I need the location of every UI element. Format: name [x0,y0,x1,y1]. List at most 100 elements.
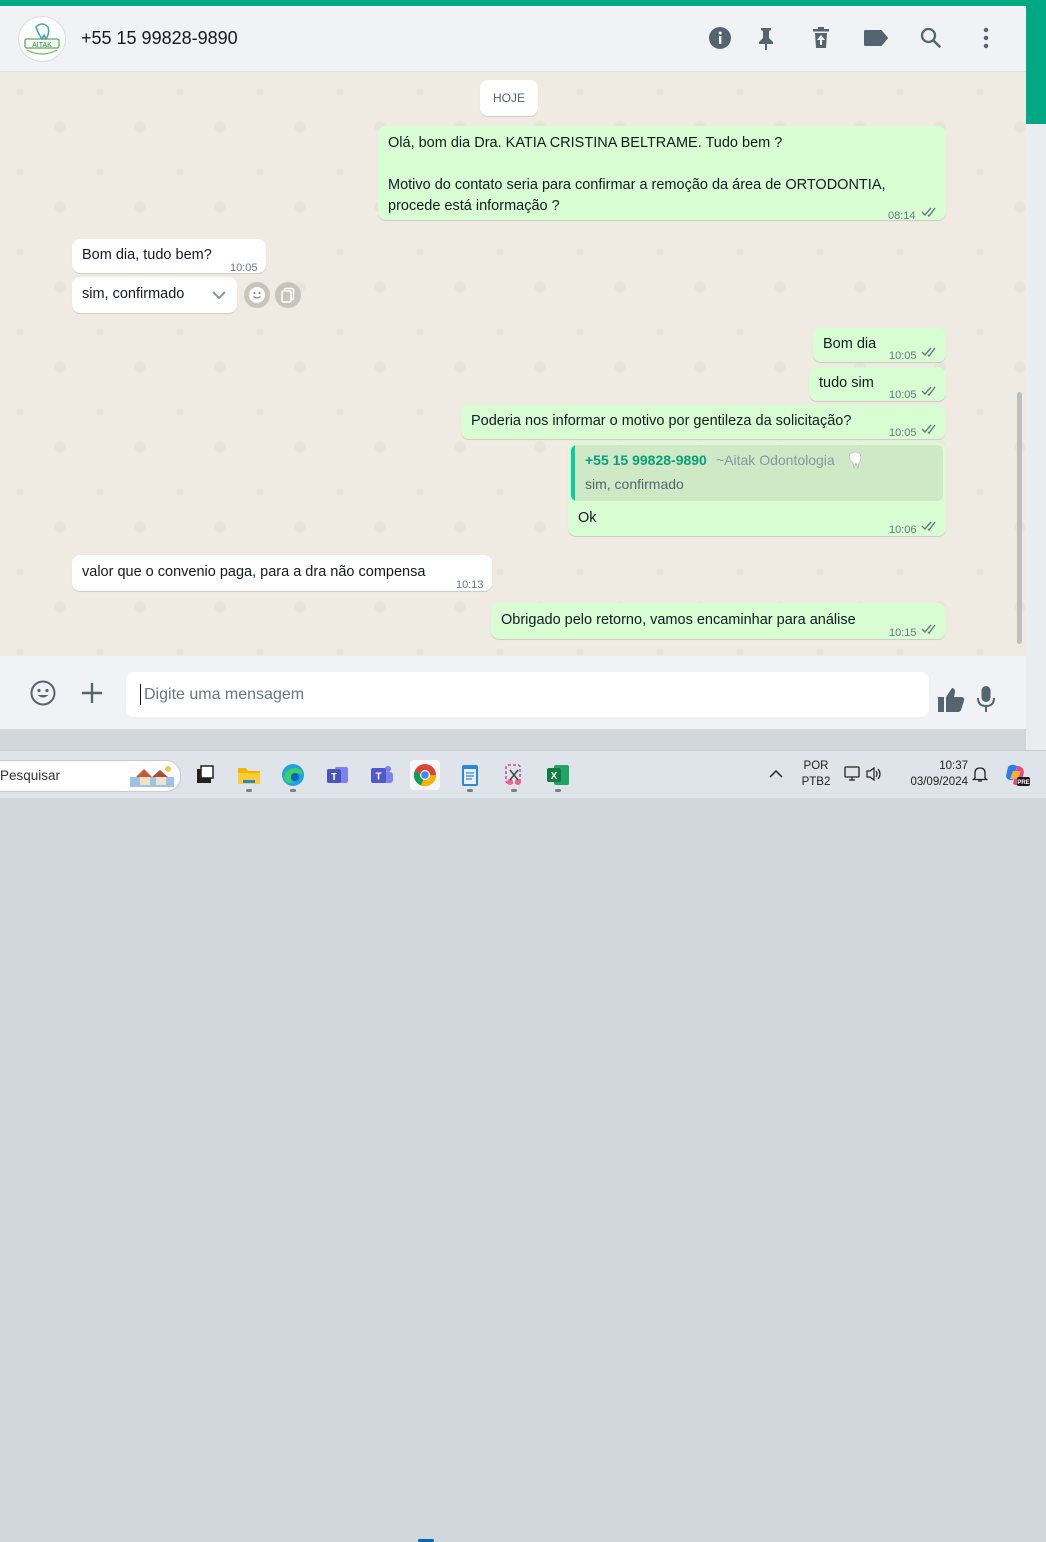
message-bubble-incoming[interactable]: valor que o convenio paga, para a dra nã… [72,555,492,591]
avatar[interactable]: AITAK [18,16,66,62]
tooth-icon [849,451,862,469]
taskbar-search[interactable]: Pesquisar [0,760,181,792]
message-bubble-outgoing[interactable]: Olá, bom dia Dra. KATIA CRISTINA BELTRAM… [378,126,946,222]
message-list[interactable]: HOJE Olá, bom dia Dra. KATIA CRISTINA BE… [0,72,1026,656]
message-input-container[interactable] [126,672,929,717]
message-bubble-incoming[interactable]: sim, confirmado [72,277,237,313]
scrollbar[interactable] [1017,392,1022,644]
svg-text:AITAK: AITAK [32,42,52,49]
running-indicator [290,789,296,792]
react-button[interactable] [244,282,270,308]
excel-icon: X [547,765,569,785]
message-time: 10:15 [889,627,917,639]
message-time: 10:05 [230,262,258,274]
delete-icon[interactable] [807,24,835,52]
keyboard-layout[interactable]: PTB2 [798,776,834,788]
message-time: 10:05 [889,350,917,362]
teams-classic-icon: T [327,767,348,783]
label-icon[interactable] [862,24,890,52]
message-bubble-outgoing[interactable]: Poderia nos informar o motivo por gentil… [461,405,946,439]
double-check-icon [921,521,936,532]
clock-time[interactable]: 10:37 [896,760,968,772]
task-view-button[interactable] [190,760,220,790]
like-button[interactable] [936,686,966,714]
chrome-icon [413,764,437,787]
message-text: Bom dia [823,336,877,352]
excel-button[interactable]: X [543,760,573,790]
message-text: procede está informação ? [388,198,560,214]
quote-text: sim, confirmado [585,476,684,492]
copilot-icon: PRE [1006,764,1030,786]
chat-window: AITAK +55 15 99828-9890 HOJE Olá, bom di… [0,6,1026,729]
microphone-icon [977,686,995,712]
window-side-strip [1026,6,1046,124]
window-side-grey [1026,124,1046,750]
double-check-icon [921,207,936,218]
quoted-message[interactable]: +55 15 99828-9890 ~Aitak Odontologia sim… [571,445,943,501]
voice-button[interactable] [975,684,997,714]
notifications-button[interactable] [971,765,989,783]
chrome-button[interactable] [410,760,440,790]
info-icon[interactable] [706,24,734,52]
clock-date[interactable]: 03/09/2024 [896,776,968,788]
copilot-button[interactable]: PRE [1002,761,1030,789]
contact-name[interactable]: +55 15 99828-9890 [81,28,238,49]
search-icon[interactable] [917,24,945,52]
double-check-icon [921,624,936,635]
teams-classic-button[interactable]: T [323,760,353,790]
running-indicator [246,789,252,792]
show-hidden-icons-button[interactable] [768,767,784,781]
teams-icon: T [371,766,393,783]
message-input[interactable] [126,672,904,717]
message-bubble-outgoing[interactable]: Bom dia 10:05 [813,328,946,362]
file-explorer-button[interactable] [234,760,264,790]
message-bubble-outgoing[interactable]: Obrigado pelo retorno, vamos encaminhar … [491,603,946,639]
emoji-icon [249,287,265,303]
notepad-icon [462,765,478,786]
emoji-button[interactable] [29,679,57,707]
edge-icon [282,764,304,786]
double-check-icon [921,424,936,435]
quote-author: +55 15 99828-9890 [585,452,707,468]
message-time: 10:06 [889,524,917,536]
scissors-icon [505,764,521,785]
edge-button[interactable] [278,760,308,790]
message-text: Olá, bom dia Dra. KATIA CRISTINA BELTRAM… [388,135,783,151]
quote-author-suffix: ~Aitak Odontologia [716,452,835,468]
notepad-button[interactable] [455,760,485,790]
copy-icon [281,287,295,303]
menu-icon[interactable] [972,24,1000,52]
input-language[interactable]: POR [798,760,834,772]
windows-taskbar: Pesquisar T T X POR PTB2 10:37 03/09/202… [0,750,1046,1542]
message-bubble-incoming[interactable]: Bom dia, tudo bem? 10:05 [72,239,266,274]
message-time: 08:14 [888,210,916,222]
text-caret [140,684,141,705]
message-menu-button[interactable] [204,285,234,305]
message-bubble-outgoing[interactable]: +55 15 99828-9890 ~Aitak Odontologia sim… [568,442,946,536]
chevron-up-icon [769,769,783,778]
volume-icon [866,766,881,782]
message-bubble-outgoing[interactable]: tudo sim 10:05 [809,367,946,401]
network-icon [844,766,860,781]
double-check-icon [921,386,936,397]
network-volume-button[interactable] [843,765,887,785]
thumbs-up-icon [938,688,965,712]
folder-icon [238,768,260,784]
quote-bar [571,445,575,501]
message-time: 10:05 [889,389,917,401]
attach-button[interactable] [78,679,106,707]
running-indicator [467,789,473,792]
forward-button[interactable] [275,282,301,308]
chevron-down-icon [212,291,226,300]
svg-text:PRE: PRE [1017,780,1029,786]
message-text: Ok [578,510,597,526]
teams-button[interactable]: T [367,760,397,790]
snipping-tool-button[interactable] [499,760,529,790]
composer [0,656,1026,729]
bell-icon [971,767,989,782]
running-indicator [511,789,517,792]
svg-text:X: X [551,771,558,782]
message-text: sim, confirmado [82,286,185,302]
clinic-logo-icon: AITAK [24,23,60,55]
pin-icon[interactable] [752,24,780,52]
